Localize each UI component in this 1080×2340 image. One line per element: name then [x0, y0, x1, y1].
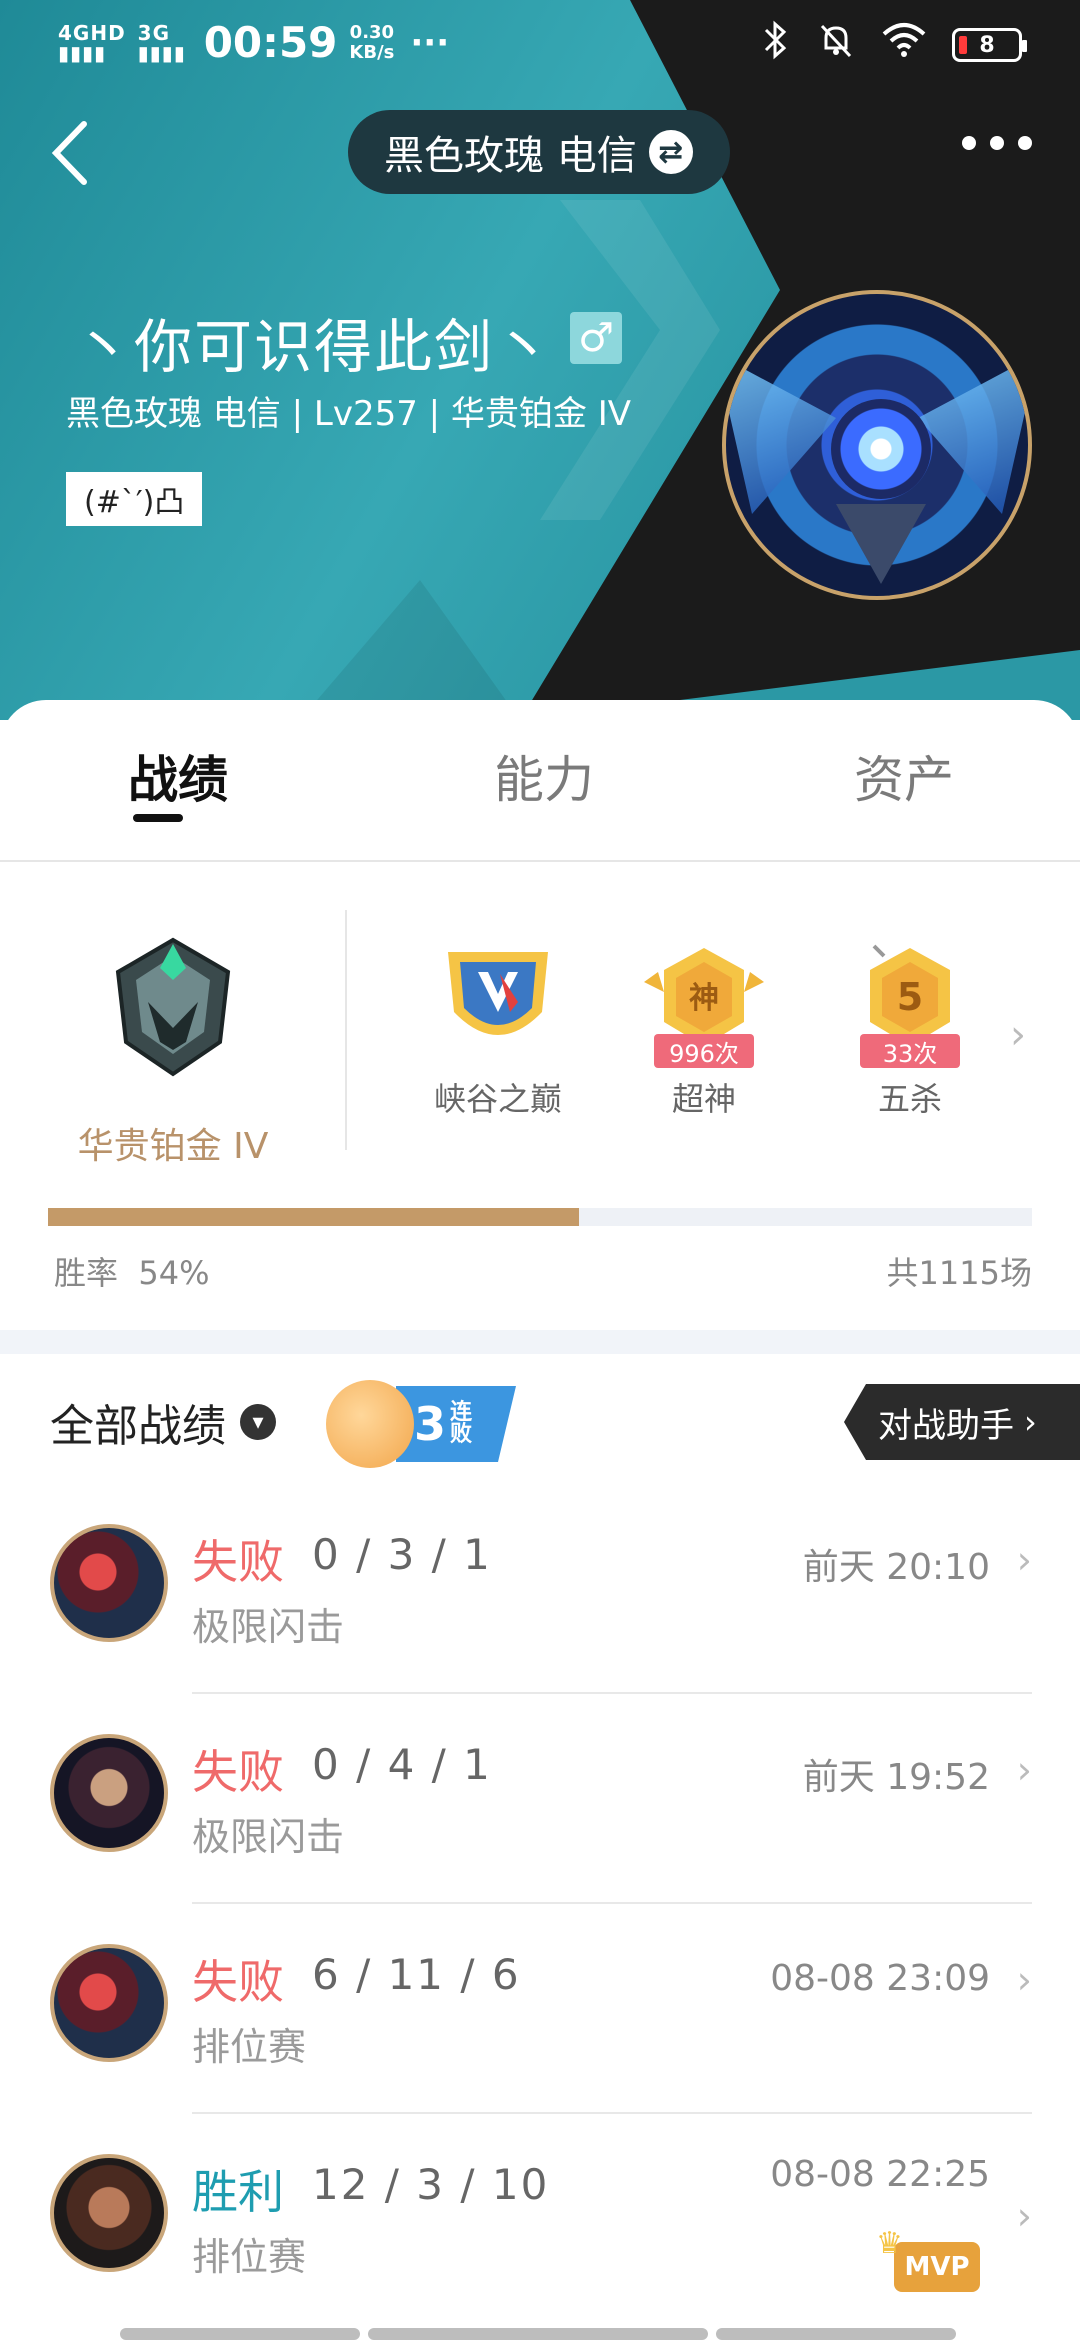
chevron-right-icon: ›	[1016, 1748, 1032, 1792]
svg-text:神: 神	[689, 981, 719, 1016]
match-kda: 12 / 3 / 10	[312, 2160, 550, 2209]
male-icon: ♂	[570, 312, 622, 364]
total-games: 共1115场	[886, 1254, 1032, 1292]
legendary-count: 996次	[654, 1034, 754, 1068]
account-label: 黑色玫瑰 电信	[384, 133, 637, 179]
player-nickname: 丶你可识得此剑丶	[74, 313, 555, 381]
battery-icon: 8	[952, 28, 1027, 62]
player-subline: 黑色玫瑰 电信 | Lv257 | 华贵铂金 IV	[66, 394, 632, 434]
chevron-down-icon: ▾	[240, 1404, 276, 1440]
bottom-scroll-hint	[120, 2328, 956, 2340]
match-mode: 极限闪击	[192, 1815, 345, 1859]
winrate-bar-fill	[48, 1208, 580, 1226]
mvp-badge: MVP	[876, 2226, 980, 2292]
match-mode: 排位赛	[192, 2025, 307, 2069]
match-row[interactable]: 胜利 12 / 3 / 10 排位赛 08-08 22:25 › MVP	[0, 2114, 1080, 2324]
match-time: 前天 20:10	[802, 1547, 990, 1588]
chevron-right-icon: ›	[1024, 1403, 1037, 1441]
active-tab-indicator	[133, 814, 183, 822]
bluetooth-icon	[762, 20, 790, 70]
signal-3g: 3G ▮▮▮▮	[137, 20, 186, 65]
account-switcher[interactable]: 黑色玫瑰 电信 ⇄	[348, 110, 730, 194]
signal-4g: 4GHD ▮▮▮▮	[58, 20, 126, 65]
match-result: 胜利	[192, 2165, 284, 2219]
player-avatar[interactable]	[722, 290, 1032, 600]
match-kda: 6 / 11 / 6	[312, 1950, 521, 1999]
match-time: 前天 19:52	[802, 1757, 990, 1798]
tab-assets[interactable]: 资产	[854, 740, 954, 812]
winrate-bar	[48, 1208, 1032, 1226]
chevron-right-icon: ›	[1016, 2194, 1032, 2238]
chevron-right-icon[interactable]: ›	[1010, 1012, 1026, 1058]
hero-avatar	[50, 1524, 168, 1642]
pentakill-count: 33次	[860, 1034, 960, 1068]
match-row[interactable]: 失败 0 / 4 / 1 极限闪击 前天 19:52 ›	[0, 1694, 1080, 1904]
chevron-right-icon: ›	[1016, 1958, 1032, 2002]
wifi-icon	[882, 22, 926, 68]
match-mode: 极限闪击	[192, 1605, 345, 1649]
legendary-badge-icon: 神 996次	[644, 942, 764, 1068]
notification-dots: ···	[410, 22, 450, 63]
tab-ability[interactable]: 能力	[494, 740, 594, 812]
tab-records[interactable]: 战绩	[128, 740, 228, 812]
network-speed: 0.30 KB/s	[349, 21, 395, 63]
battle-assistant-button[interactable]: 对战助手 ›	[844, 1384, 1080, 1460]
match-mode: 排位赛	[192, 2235, 307, 2279]
match-kda: 0 / 4 / 1	[312, 1740, 492, 1789]
more-options-button[interactable]	[962, 136, 1032, 150]
match-kda: 0 / 3 / 1	[312, 1530, 492, 1579]
swap-icon: ⇄	[648, 130, 693, 174]
match-row[interactable]: 失败 6 / 11 / 6 排位赛 08-08 23:09 ›	[0, 1904, 1080, 2114]
pentakill-badge-icon: 5 33次	[850, 942, 970, 1068]
honor-pentakill[interactable]: 5 33次 五杀	[840, 942, 980, 1120]
chevron-right-icon: ›	[1016, 1538, 1032, 1582]
match-result: 失败	[192, 1955, 284, 2009]
rank-name: 华贵铂金 IV	[77, 1126, 269, 1167]
winrate-text: 胜率 54%	[54, 1254, 210, 1292]
match-result: 失败	[192, 1745, 284, 1799]
match-time: 08-08 23:09	[770, 1958, 990, 1999]
clock: 00:59	[203, 18, 338, 67]
records-filter[interactable]: 全部战绩 ▾	[50, 1390, 276, 1454]
tab-bar: 战绩 能力 资产	[0, 700, 1080, 862]
chevron-left-icon	[51, 121, 87, 185]
losing-streak-badge: 3连败	[326, 1374, 516, 1470]
records-header: 全部战绩 ▾ 3连败 对战助手 ›	[0, 1354, 1080, 1484]
profile-banner: 4GHD ▮▮▮▮ 3G ▮▮▮▮ 00:59 0.30 KB/s ··· 8 …	[0, 0, 1080, 720]
peak-badge-icon	[438, 942, 558, 1062]
hero-avatar	[50, 1734, 168, 1852]
platinum-rank-icon[interactable]	[98, 932, 248, 1082]
honor-peak[interactable]: 峡谷之巅	[428, 942, 568, 1120]
hero-avatar	[50, 2154, 168, 2272]
rank-summary: 华贵铂金 IV 峡谷之巅 神 996次 超神 5 33次 五杀 › 胜率 54%…	[0, 862, 1080, 1328]
mascot-icon	[326, 1380, 414, 1468]
back-button[interactable]	[48, 118, 98, 188]
profile-page: 4GHD ▮▮▮▮ 3G ▮▮▮▮ 00:59 0.30 KB/s ··· 8 …	[0, 0, 1080, 2340]
match-result: 失败	[192, 1535, 284, 1589]
match-row[interactable]: 失败 0 / 3 / 1 极限闪击 前天 20:10 ›	[0, 1484, 1080, 1694]
match-time: 08-08 22:25	[770, 2154, 990, 2195]
svg-text:5: 5	[897, 975, 923, 1019]
status-bar: 4GHD ▮▮▮▮ 3G ▮▮▮▮ 00:59 0.30 KB/s ··· 8	[0, 0, 1080, 84]
honor-legendary[interactable]: 神 996次 超神	[634, 942, 774, 1120]
player-signature: (#`′)凸	[66, 472, 203, 526]
mute-bell-icon	[816, 20, 856, 70]
hero-avatar	[50, 1944, 168, 2062]
